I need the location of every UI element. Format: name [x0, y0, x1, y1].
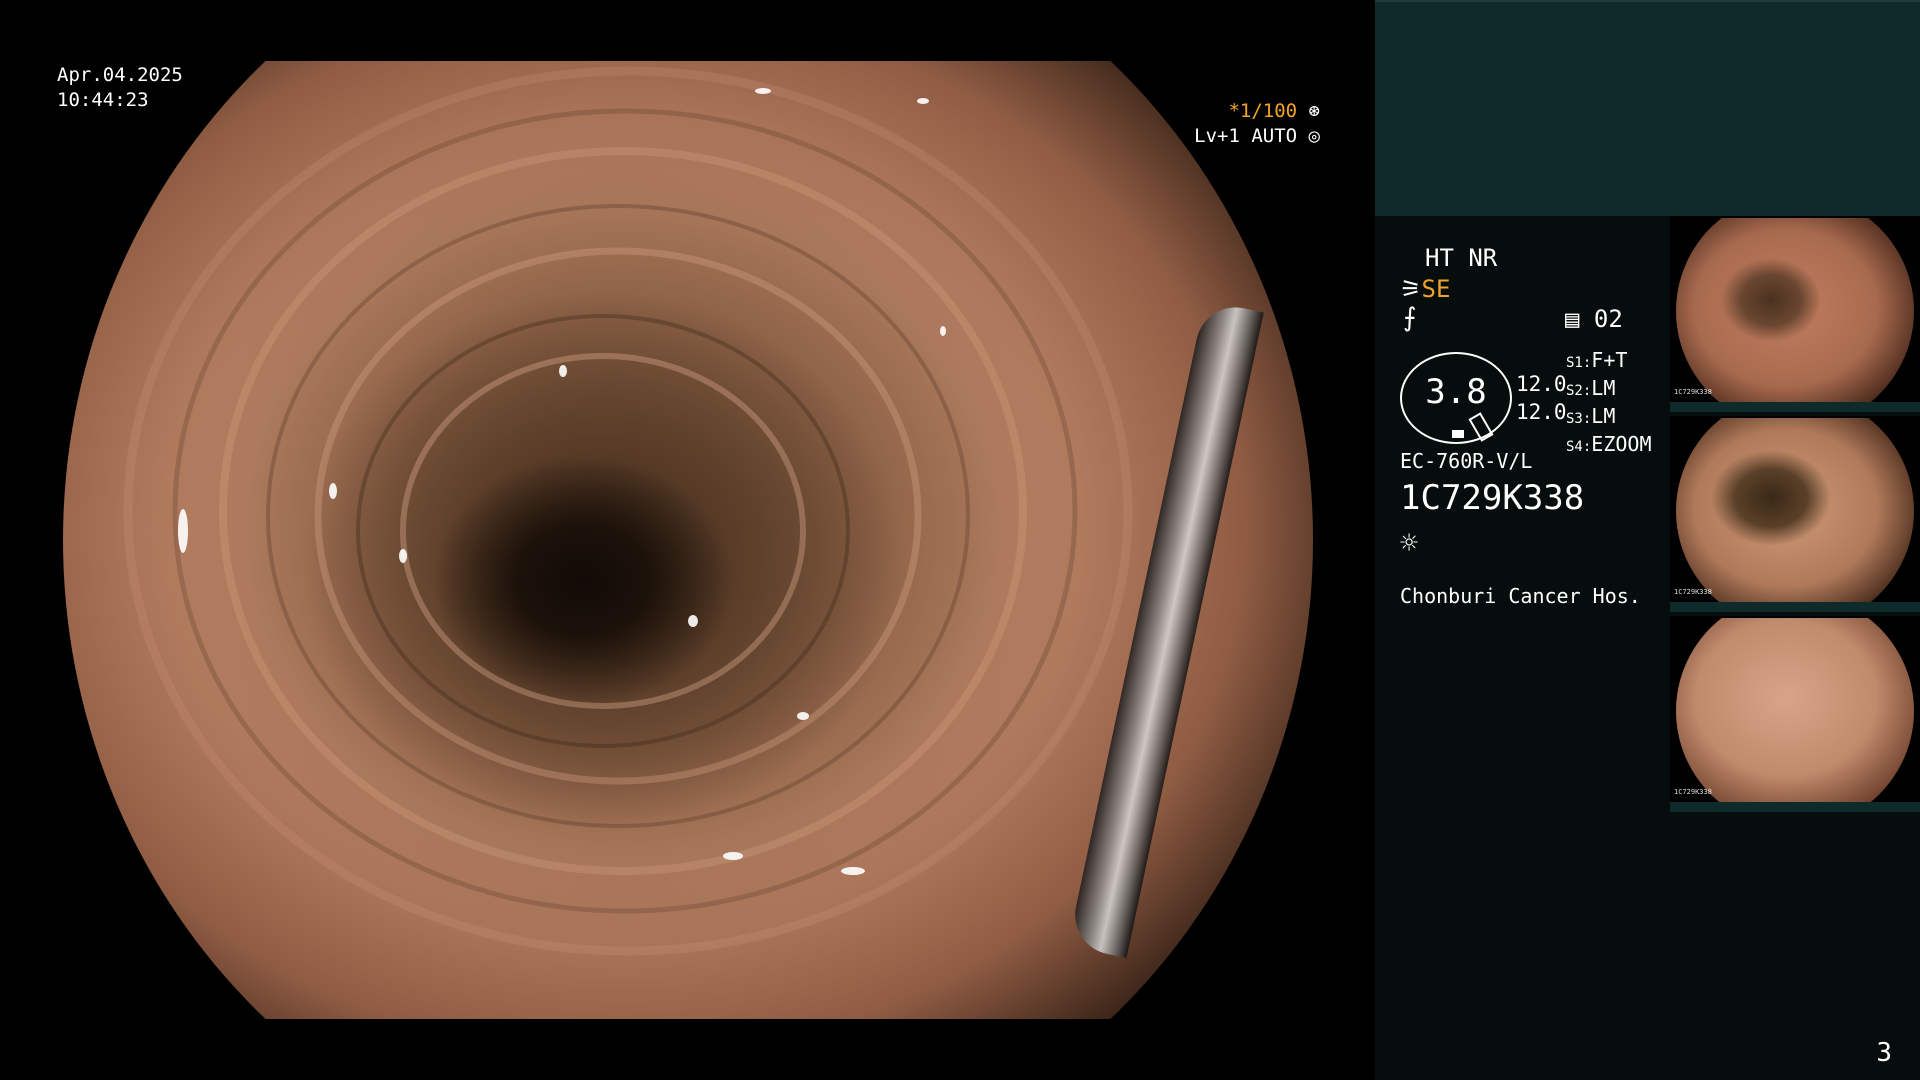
thumbnail-bar: [1670, 402, 1920, 412]
structure-enhance-mode: ⚞SE: [1400, 275, 1450, 303]
time-text: 10:44:23: [57, 89, 149, 111]
thumbnail-label: 1C729K338: [1674, 588, 1712, 596]
exposure-readout: *1/100 ⊛ Lv+1 AUTO ◎: [1194, 99, 1320, 149]
scope-model: EC-760R-V/L: [1400, 449, 1533, 473]
thumbnail-label: 1C729K338: [1674, 388, 1712, 396]
aperture-icon: ⊛: [1297, 100, 1320, 122]
light-icon: ☼: [1400, 526, 1419, 561]
switch-row: S2:LM: [1566, 376, 1616, 400]
gain-value-1: 12.0: [1516, 372, 1567, 396]
gain-value-2: 12.0: [1516, 400, 1567, 424]
captured-thumbnail-3[interactable]: 1C729K338: [1670, 616, 1920, 812]
se-label: SE: [1421, 275, 1451, 303]
thumbnail-image: [1676, 218, 1914, 404]
shutter-speed: *1/100: [1228, 100, 1298, 122]
page-number: 3: [1876, 1038, 1892, 1068]
sharpness-icon: ⨍: [1403, 303, 1417, 333]
zoom-value: 3.8: [1425, 372, 1487, 412]
thumbnail-bar: [1670, 602, 1920, 612]
date-text: Apr.04.2025: [57, 64, 183, 86]
iris-level: Lv+1 AUTO: [1194, 125, 1298, 147]
gauge-mark-icon: [1452, 430, 1464, 438]
scope-switch-list: S1:F+T S2:LM S3:LM S4:EZOOM: [1566, 348, 1652, 460]
captured-thumbnail-1[interactable]: 1C729K338: [1670, 216, 1920, 412]
switch-row: S3:LM: [1566, 404, 1616, 428]
ht-nr-mode: HT NR: [1425, 244, 1498, 272]
auto-iris-icon: ◎: [1297, 125, 1320, 147]
switch-row: S4:EZOOM: [1566, 432, 1652, 456]
zoom-gauge: 3.8: [1400, 352, 1512, 444]
captured-thumbnail-2[interactable]: 1C729K338: [1670, 416, 1920, 612]
hospital-name: Chonburi Cancer Hos.: [1400, 584, 1641, 608]
side-header-area: [1375, 0, 1920, 218]
storage-counter: ▤ 02: [1565, 305, 1623, 333]
storage-icon: ▤: [1565, 305, 1580, 333]
gain-readout: 12.0 12.0: [1516, 370, 1567, 426]
storage-count: 02: [1593, 305, 1623, 333]
switch-row: S1:F+T: [1566, 348, 1628, 372]
enhance-icon: ⚞: [1400, 275, 1422, 303]
thumbnail-image: [1676, 418, 1914, 604]
thumbnail-label: 1C729K338: [1674, 788, 1712, 796]
thumbnail-image: [1676, 618, 1914, 804]
datetime-readout: Apr.04.2025 10:44:23: [57, 63, 183, 113]
scope-serial: 1C729K338: [1400, 478, 1585, 518]
thumbnail-bar: [1670, 802, 1920, 812]
